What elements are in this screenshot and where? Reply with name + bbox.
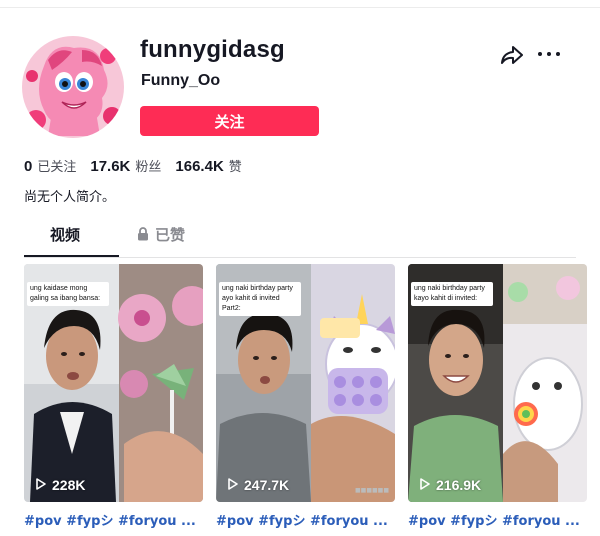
view-count-1: 228K [36,477,85,493]
nickname: Funny_Oo [141,72,221,89]
view-count-text-3: 216.9K [436,477,482,493]
stat-likes: 166.4K 赞 [175,156,241,175]
profile-tabs: 视频 已赞 [24,224,576,258]
following-count: 0 [24,158,33,175]
view-count-3: 216.9K [420,477,481,493]
play-icon [36,477,46,493]
followers-count: 17.6K [90,158,131,175]
video-caption-2[interactable]: #pov #fypシ #foryou ... [216,510,395,529]
video-overlay-text-3: ung naki birthday party kayo kahit di in… [411,282,493,306]
video-caption-3[interactable]: #pov #fypシ #foryou ... [408,510,587,529]
followers-label: 粉丝 [135,160,162,175]
play-icon [420,477,430,493]
profile-stats: 0 已关注 17.6K 粉丝 166.4K 赞 [24,156,256,175]
avatar-image [22,36,124,138]
username: funnygidasg [140,36,285,63]
tab-liked[interactable]: 已赞 [137,224,185,258]
follow-button[interactable]: 关注 [140,106,319,136]
stat-followers[interactable]: 17.6K 粉丝 [90,156,161,175]
profile-bio: 尚无个人简介。 [24,190,116,205]
play-icon [228,477,238,493]
watermark-2: ■■■■■■ [354,487,389,494]
tab-videos[interactable]: 视频 [50,224,80,258]
likes-count: 166.4K [175,158,224,175]
more-horizontal-icon[interactable] [538,44,560,64]
view-count-2: 247.7K [228,477,289,493]
video-overlay-text-1: ung kaidase mong galing sa ibang bansa: [27,282,109,306]
video-card-3[interactable]: ung naki birthday party kayo kahit di in… [408,264,587,502]
share-arrow-icon[interactable] [500,44,524,66]
video-card-1[interactable]: ung kaidase mong galing sa ibang bansa: … [24,264,203,502]
video-card-2[interactable]: ung naki birthday party ayo kahit di inv… [216,264,395,502]
likes-label: 赞 [228,160,242,175]
following-label: 已关注 [37,160,77,175]
tab-liked-label: 已赞 [155,226,186,244]
lock-icon [137,227,149,245]
view-count-text-2: 247.7K [244,477,290,493]
avatar[interactable] [22,36,124,138]
video-caption-1[interactable]: #pov #fypシ #foryou ... [24,510,203,529]
active-tab-indicator [24,255,119,257]
tab-videos-label: 视频 [50,226,81,244]
top-divider [0,0,600,8]
stat-following[interactable]: 0 已关注 [24,156,76,175]
video-overlay-text-2: ung naki birthday party ayo kahit di inv… [219,282,301,316]
view-count-text-1: 228K [52,477,86,493]
